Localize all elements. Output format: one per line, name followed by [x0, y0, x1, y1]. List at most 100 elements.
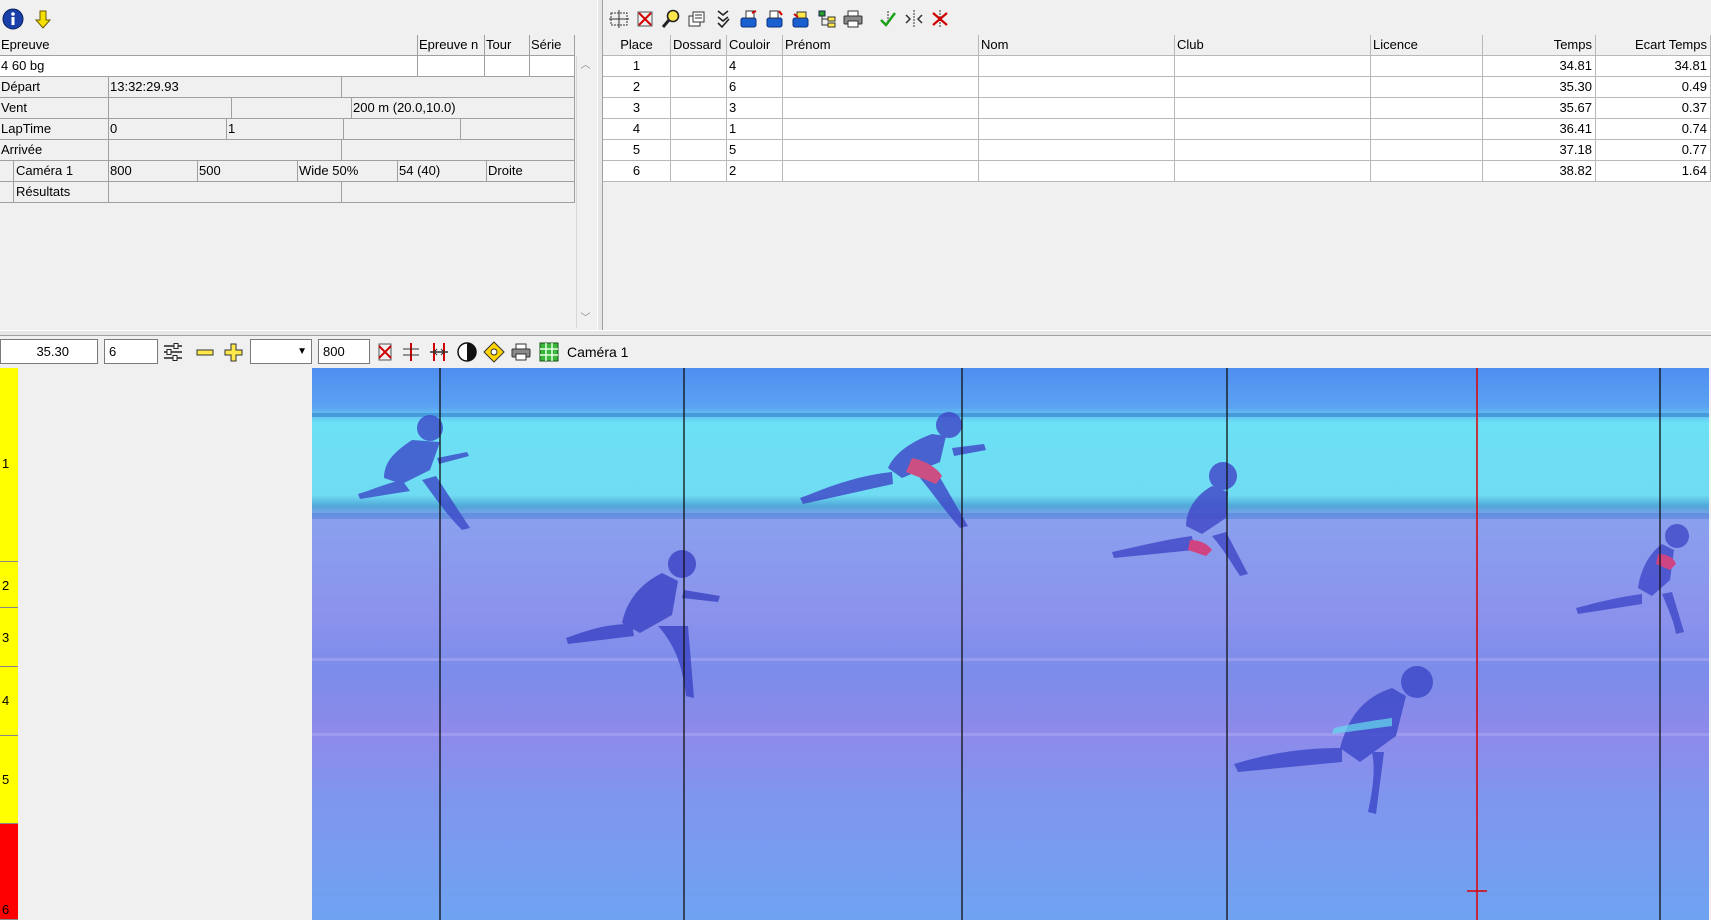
depart-row[interactable]: Départ 13:32:29.93 — [0, 77, 575, 98]
arrivee-cell-2[interactable] — [342, 140, 575, 161]
cell-prenom — [783, 119, 979, 140]
scroll-down-icon[interactable]: ﹀ — [580, 313, 591, 324]
col-club[interactable]: Club — [1175, 35, 1371, 56]
camera-value-2[interactable]: 500 — [198, 161, 298, 182]
split-button[interactable] — [902, 7, 926, 31]
photo-finish-canvas[interactable] — [312, 368, 1709, 920]
col-place[interactable]: Place — [603, 35, 671, 56]
publish-button[interactable] — [789, 7, 813, 31]
remove-button[interactable] — [928, 7, 952, 31]
laptime-cell-3[interactable] — [344, 119, 461, 140]
tree-view-button[interactable] — [815, 7, 839, 31]
vent-row[interactable]: Vent 200 m (20.0,10.0) — [0, 98, 575, 119]
lane-marker[interactable]: 3 — [0, 608, 18, 667]
zoom-field[interactable]: 800 — [318, 339, 370, 364]
cursor-icon — [403, 343, 419, 361]
cell-couloir: 5 — [727, 140, 783, 161]
sort-button[interactable] — [711, 7, 735, 31]
minus-icon — [196, 349, 214, 356]
event-scrollbar[interactable]: ︿ ﹀ — [576, 56, 593, 328]
vent-value[interactable]: 200 m (20.0,10.0) — [352, 98, 575, 119]
zoom-out-button[interactable] — [193, 340, 217, 364]
time-field[interactable]: 35.30 — [0, 339, 98, 364]
search-button[interactable] — [659, 7, 683, 31]
col-epreuve: Epreuve — [0, 35, 418, 56]
camera-side[interactable]: Droite — [487, 161, 575, 182]
cell-place: 5 — [603, 140, 671, 161]
event-number[interactable] — [418, 56, 485, 77]
table-row[interactable]: 5 5 37.18 0.77 — [603, 140, 1711, 161]
cell-prenom — [783, 56, 979, 77]
arrivee-row[interactable]: Arrivée — [0, 140, 575, 161]
lane-marker[interactable]: 6 — [0, 824, 18, 920]
scroll-up-icon[interactable]: ︿ — [580, 60, 591, 71]
laptime-value-2[interactable]: 1 — [227, 119, 344, 140]
settings-button[interactable] — [161, 340, 185, 364]
laptime-value-1[interactable]: 0 — [109, 119, 227, 140]
camera-row[interactable]: Caméra 1 800 500 Wide 50% 54 (40) Droite — [0, 161, 575, 182]
cell-nom — [979, 56, 1175, 77]
table-row[interactable]: 3 3 35.67 0.37 — [603, 98, 1711, 119]
view-select[interactable]: ▼ — [250, 339, 312, 364]
laptime-cell-4[interactable] — [461, 119, 575, 140]
col-temps[interactable]: Temps — [1483, 35, 1596, 56]
depart-extra[interactable] — [342, 77, 575, 98]
import-button[interactable] — [763, 7, 787, 31]
resultats-row[interactable]: Résultats — [0, 182, 575, 203]
camera-value-1[interactable]: 800 — [109, 161, 198, 182]
copy-button[interactable] — [685, 7, 709, 31]
remove-icon — [932, 10, 948, 28]
print-button[interactable] — [841, 7, 865, 31]
align-button[interactable] — [427, 340, 451, 364]
col-nom[interactable]: Nom — [979, 35, 1175, 56]
table-row[interactable]: 4 1 36.41 0.74 — [603, 119, 1711, 140]
col-licence[interactable]: Licence — [1371, 35, 1483, 56]
brightness-button[interactable] — [482, 340, 506, 364]
cell-dossard — [671, 119, 727, 140]
lane-marker[interactable]: 1 — [0, 368, 18, 562]
lane-field[interactable]: 6 — [104, 339, 158, 364]
zoom-in-button[interactable] — [221, 340, 245, 364]
table-row[interactable]: 1 4 34.81 34.81 — [603, 56, 1711, 77]
cell-temps: 34.81 — [1483, 56, 1596, 77]
vent-cell-2[interactable] — [232, 98, 352, 119]
event-name[interactable]: 4 60 bg — [0, 56, 418, 77]
table-row[interactable]: 6 2 38.82 1.64 — [603, 161, 1711, 182]
delete-marker-button[interactable] — [633, 7, 657, 31]
vent-label: Vent — [0, 98, 109, 119]
col-ecart-temps[interactable]: Ecart Temps — [1596, 35, 1711, 56]
cursor-button[interactable] — [399, 340, 423, 364]
depart-time[interactable]: 13:32:29.93 — [109, 77, 342, 98]
col-couloir[interactable]: Couloir — [727, 35, 783, 56]
event-tour[interactable] — [485, 56, 530, 77]
export-button[interactable] — [737, 7, 761, 31]
vent-cell-1[interactable] — [109, 98, 232, 119]
col-dossard[interactable]: Dossard — [671, 35, 727, 56]
lane-marker[interactable]: 5 — [0, 736, 18, 824]
camera-mode[interactable]: Wide 50% — [298, 161, 398, 182]
info-button[interactable] — [0, 6, 26, 32]
clear-image-button[interactable] — [373, 340, 397, 364]
cell-dossard — [671, 77, 727, 98]
lane-marker[interactable]: 2 — [0, 562, 18, 608]
arrivee-cell-1[interactable] — [109, 140, 342, 161]
table-view-button[interactable] — [537, 340, 561, 364]
event-name-row[interactable]: 4 60 bg — [0, 56, 575, 77]
col-prenom[interactable]: Prénom — [783, 35, 979, 56]
validate-button[interactable] — [876, 7, 900, 31]
down-arrow-button[interactable] — [30, 6, 56, 32]
contrast-button[interactable] — [455, 340, 479, 364]
lane-marker[interactable]: 4 — [0, 667, 18, 736]
grid-select-button[interactable] — [607, 7, 631, 31]
resultats-cell-1[interactable] — [109, 182, 342, 203]
camera-value-3[interactable]: 54 (40) — [398, 161, 487, 182]
laptime-row[interactable]: LapTime 0 1 — [0, 119, 575, 140]
event-info-panel: Epreuve Epreuve n Tour Série 4 60 bg Dép… — [0, 0, 597, 330]
photo-finish-image[interactable] — [312, 368, 1709, 920]
table-row[interactable]: 2 6 35.30 0.49 — [603, 77, 1711, 98]
camera-label: Caméra 1 — [567, 344, 629, 360]
event-serie[interactable] — [530, 56, 575, 77]
print-image-button[interactable] — [509, 340, 533, 364]
resultats-cell-2[interactable] — [342, 182, 575, 203]
results-panel: Place Dossard Couloir Prénom Nom Club Li… — [603, 0, 1711, 330]
